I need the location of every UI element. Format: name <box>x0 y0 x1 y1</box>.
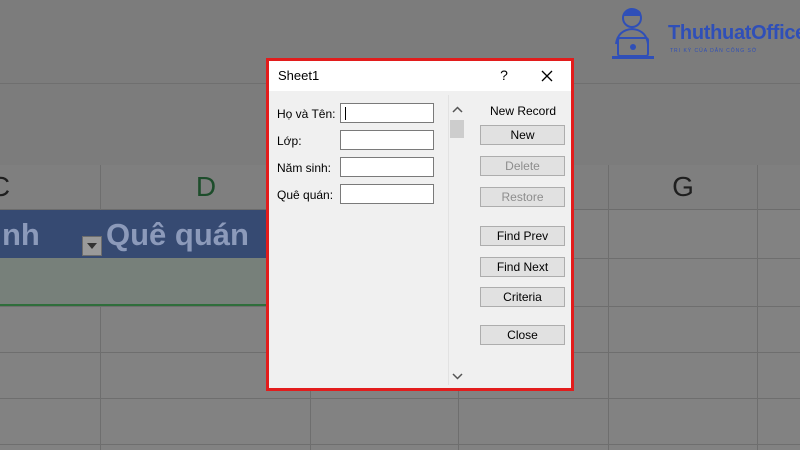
grid-line <box>0 398 800 399</box>
field-label-class: Lớp: <box>277 134 302 148</box>
grid-line <box>757 165 758 450</box>
data-form-dialog: Sheet1 ? Họ và Tên: Lớp: Năm sinh: Quê q… <box>269 61 571 388</box>
highlight-frame: Sheet1 ? Họ và Tên: Lớp: Năm sinh: Quê q… <box>266 58 574 391</box>
site-logo: ThuthuatOffice TRI KỲ CỦA DÂN CÔNG SỞ <box>608 4 800 68</box>
column-header-g[interactable]: G <box>653 165 713 209</box>
grid-line <box>100 165 101 450</box>
hometown-field[interactable] <box>340 184 434 204</box>
class-field[interactable] <box>340 130 434 150</box>
table-header-cell[interactable]: nh <box>2 210 40 258</box>
criteria-button[interactable]: Criteria <box>480 287 565 307</box>
grid-line <box>608 165 609 450</box>
record-status-label: New Record <box>489 104 557 118</box>
find-next-button[interactable]: Find Next <box>480 257 565 277</box>
table-row <box>0 258 268 306</box>
dialog-titlebar[interactable]: Sheet1 ? <box>269 61 571 91</box>
scrollbar-thumb[interactable] <box>450 120 464 138</box>
record-scrollbar[interactable] <box>448 95 466 385</box>
grid-line <box>0 444 800 445</box>
column-header-d[interactable]: D <box>176 165 236 209</box>
logo-wordmark: ThuthuatOffice <box>668 22 800 44</box>
field-label-birth-year: Năm sinh: <box>277 161 332 175</box>
text-caret <box>345 107 346 120</box>
new-button[interactable]: New <box>480 125 565 145</box>
birth-year-field[interactable] <box>340 157 434 177</box>
field-label-name: Họ và Tên: <box>277 107 336 121</box>
table-header-cell[interactable]: Quê quán <box>106 210 249 258</box>
filter-dropdown-icon[interactable] <box>82 236 102 256</box>
find-prev-button[interactable]: Find Prev <box>480 226 565 246</box>
column-header-c[interactable]: C <box>0 165 30 209</box>
logo-person-icon <box>612 8 654 59</box>
dialog-title: Sheet1 <box>278 68 320 83</box>
field-label-hometown: Quê quán: <box>277 188 334 202</box>
chevron-up-icon[interactable] <box>449 103 466 117</box>
name-field[interactable] <box>340 103 434 123</box>
close-icon[interactable] <box>537 66 557 86</box>
restore-button[interactable]: Restore <box>480 187 565 207</box>
table-header-row: nh Quê quán <box>0 210 268 258</box>
delete-button[interactable]: Delete <box>480 156 565 176</box>
close-button[interactable]: Close <box>480 325 565 345</box>
chevron-down-icon[interactable] <box>449 369 466 383</box>
logo-tagline: TRI KỲ CỦA DÂN CÔNG SỞ <box>670 48 758 54</box>
help-button[interactable]: ? <box>497 65 511 85</box>
